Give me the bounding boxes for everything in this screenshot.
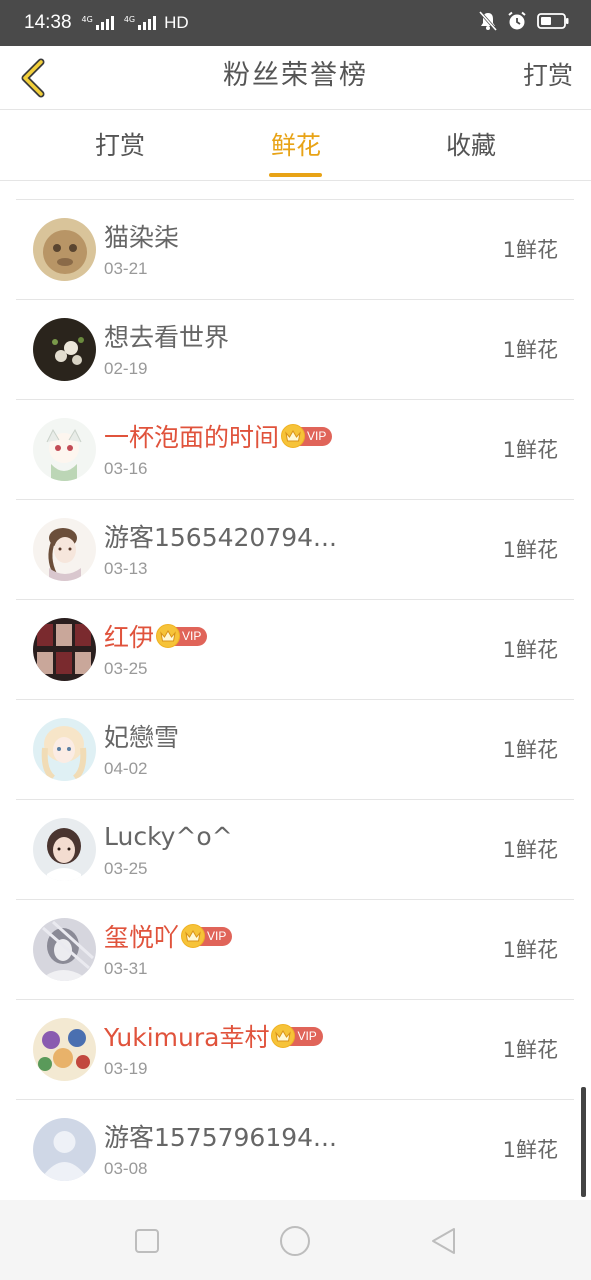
hd-label: HD — [164, 13, 189, 32]
status-time: 14:38 — [24, 12, 72, 33]
list-item[interactable]: Yukimura幸村 VIP 03-19 1鲜花 — [16, 999, 574, 1099]
name-line: 想去看世界 — [104, 318, 229, 354]
name-line: 妃戀雪 — [104, 718, 179, 754]
list-item[interactable]: 玺悦吖 VIP 03-31 1鲜花 — [16, 899, 574, 999]
user-name[interactable]: 想去看世界 — [104, 318, 229, 354]
triangle-back-icon — [432, 1228, 455, 1254]
gift-date: 02-19 — [104, 359, 148, 378]
scrollbar[interactable] — [581, 1087, 586, 1197]
tab-flowers[interactable]: 鲜花 — [236, 111, 356, 181]
list-item[interactable]: 妃戀雪 04-02 1鲜花 — [16, 699, 574, 799]
crown-icon — [281, 424, 306, 448]
avatar[interactable] — [33, 818, 96, 881]
flower-amount: 1鲜花 — [502, 338, 558, 362]
avatar[interactable] — [33, 518, 96, 581]
mute-icon — [478, 11, 498, 35]
avatar[interactable] — [33, 1018, 96, 1081]
system-nav-bar — [0, 1200, 591, 1280]
user-name[interactable]: 游客1565420794... — [104, 518, 337, 554]
name-line: 一杯泡面的时间 VIP — [104, 418, 333, 454]
list-item[interactable]: 一杯泡面的时间 VIP 03-16 1鲜花 — [16, 399, 574, 499]
tip-button[interactable]: 打赏 — [523, 46, 573, 110]
name-line: Lucky^o^ — [104, 818, 233, 854]
user-name[interactable]: Lucky^o^ — [104, 822, 233, 851]
crown-icon — [181, 924, 206, 948]
back-nav-button[interactable] — [426, 1224, 460, 1258]
user-name[interactable]: 猫染柒 — [104, 218, 179, 254]
list-item[interactable]: 红伊 VIP 03-25 1鲜花 — [16, 599, 574, 699]
battery-icon — [537, 12, 569, 34]
tab-favorites[interactable]: 收藏 — [411, 111, 531, 181]
avatar[interactable] — [33, 618, 96, 681]
vip-badge: VIP — [281, 424, 333, 448]
recents-button[interactable] — [130, 1224, 164, 1258]
status-bar: 14:38 4G 4G HD — [0, 0, 591, 46]
flower-amount: 1鲜花 — [502, 438, 558, 462]
avatar[interactable] — [33, 1118, 96, 1181]
gift-date: 03-25 — [104, 659, 148, 678]
avatar[interactable] — [33, 318, 96, 381]
gift-date: 03-25 — [104, 859, 148, 878]
user-name[interactable]: 红伊 — [104, 618, 154, 654]
list-item[interactable]: 游客1575796194... 03-08 1鲜花 — [16, 1099, 574, 1199]
name-line: 玺悦吖 VIP — [104, 918, 233, 954]
app-header: 粉丝荣誉榜 打赏 — [0, 46, 591, 110]
flower-amount: 1鲜花 — [502, 538, 558, 562]
avatar[interactable] — [33, 718, 96, 781]
gift-date: 03-31 — [104, 959, 148, 978]
flower-amount: 1鲜花 — [502, 938, 558, 962]
gift-date: 03-08 — [104, 1159, 148, 1178]
fan-list[interactable]: 猫染柒 03-21 1鲜花 想去看世界 02-19 1鲜花 一杯泡面的时间 VIP 03-16 1… — [0, 182, 591, 1200]
avatar[interactable] — [33, 418, 96, 481]
list-item[interactable]: 想去看世界 02-19 1鲜花 — [16, 299, 574, 399]
flower-amount: 1鲜花 — [502, 238, 558, 262]
alarm-icon — [507, 11, 527, 35]
home-button[interactable] — [278, 1224, 312, 1258]
vip-badge: VIP — [156, 624, 208, 648]
signal-label-2: 4G — [123, 15, 136, 24]
gift-date: 03-19 — [104, 1059, 148, 1078]
square-icon — [135, 1229, 159, 1253]
avatar[interactable] — [33, 918, 96, 981]
user-name[interactable]: 玺悦吖 — [104, 918, 179, 954]
tab-tip[interactable]: 打赏 — [60, 111, 180, 181]
name-line: 游客1565420794... — [104, 518, 337, 554]
tab-bar: 打赏 鲜花 收藏 — [0, 111, 591, 181]
signal-icon-2: 4G — [123, 15, 157, 30]
circle-icon — [280, 1226, 310, 1256]
crown-icon — [156, 624, 181, 648]
vip-badge: VIP — [181, 924, 233, 948]
user-name[interactable]: 游客1575796194... — [104, 1118, 337, 1154]
flower-amount: 1鲜花 — [502, 1038, 558, 1062]
name-line: 猫染柒 — [104, 218, 179, 254]
name-line: Yukimura幸村 VIP — [104, 1018, 323, 1054]
gift-date: 03-16 — [104, 459, 148, 478]
signal-label: 4G — [81, 15, 93, 24]
user-name[interactable]: 一杯泡面的时间 — [104, 418, 279, 454]
signal-icon: 4G — [82, 16, 114, 30]
flower-amount: 1鲜花 — [502, 838, 558, 862]
vip-badge: VIP — [271, 1024, 323, 1048]
page-title: 粉丝荣誉榜 — [223, 60, 368, 91]
gift-date: 03-21 — [104, 259, 148, 278]
user-name[interactable]: Yukimura幸村 — [104, 1018, 269, 1054]
name-line: 游客1575796194... — [104, 1118, 337, 1154]
list-item[interactable]: 猫染柒 03-21 1鲜花 — [16, 199, 574, 299]
name-line: 红伊 VIP — [104, 618, 208, 654]
gift-date: 04-02 — [104, 759, 148, 778]
list-item[interactable]: 游客1565420794... 03-13 1鲜花 — [16, 499, 574, 599]
active-tab-indicator — [269, 173, 322, 177]
gift-date: 03-13 — [104, 559, 148, 578]
flower-amount: 1鲜花 — [502, 738, 558, 762]
flower-amount: 1鲜花 — [502, 1138, 558, 1162]
list-item[interactable]: Lucky^o^ 03-25 1鲜花 — [16, 799, 574, 899]
avatar[interactable] — [33, 218, 96, 281]
flower-amount: 1鲜花 — [502, 638, 558, 662]
user-name[interactable]: 妃戀雪 — [104, 718, 179, 754]
